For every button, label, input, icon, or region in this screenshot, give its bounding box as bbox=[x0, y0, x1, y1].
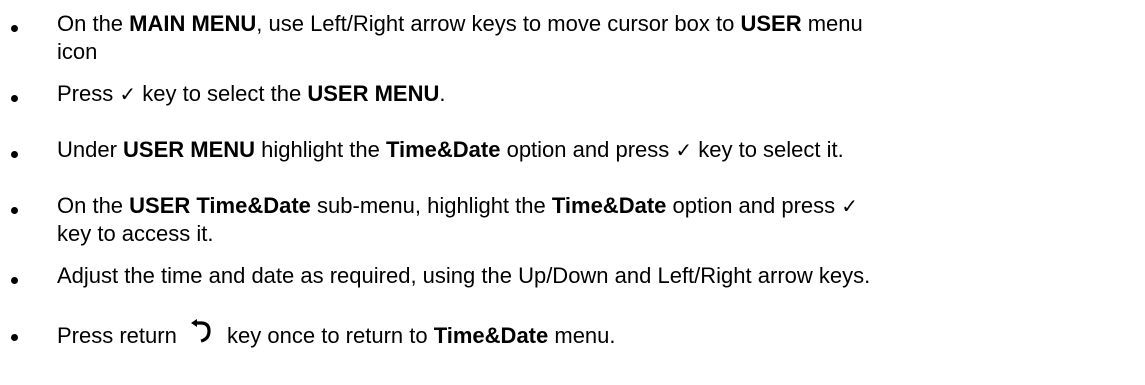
text-segment: highlight the bbox=[255, 137, 386, 162]
instruction-text: On the MAIN MENU, use Left/Right arrow k… bbox=[57, 10, 1142, 66]
bullet-icon bbox=[11, 25, 18, 32]
bullet-icon bbox=[11, 207, 18, 214]
return-arrow-icon bbox=[190, 319, 211, 343]
instruction-text: Adjust the time and date as required, us… bbox=[57, 262, 1142, 290]
bold-term: Time&Date bbox=[433, 323, 549, 348]
instruction-page: On the MAIN MENU, use Left/Right arrow k… bbox=[0, 0, 1145, 385]
text-segment: option and press bbox=[500, 137, 676, 162]
instruction-text: Press return key once to return to Time&… bbox=[57, 319, 1142, 350]
text-segment: menu bbox=[801, 11, 863, 36]
text-segment: Press bbox=[57, 81, 120, 106]
text-segment: option and press bbox=[666, 193, 842, 218]
bold-term: USER MENU bbox=[123, 137, 256, 162]
bullet-icon bbox=[11, 95, 18, 102]
bold-term: USER MENU bbox=[307, 81, 440, 106]
checkmark-icon: ✓ bbox=[119, 82, 137, 106]
text-segment: Under bbox=[57, 137, 124, 162]
text-segment: Press return bbox=[57, 323, 183, 348]
text-segment: key to access it. bbox=[57, 221, 214, 246]
text-segment: key once to return to bbox=[220, 323, 434, 348]
text-segment: sub-menu, highlight the bbox=[310, 193, 552, 218]
bold-term: MAIN MENU bbox=[129, 11, 257, 36]
text-segment: . bbox=[439, 81, 446, 106]
checkmark-icon: ✓ bbox=[841, 194, 859, 218]
text-segment: menu. bbox=[548, 323, 616, 348]
text-segment: key to select the bbox=[136, 81, 308, 106]
instruction-text: Under USER MENU highlight the Time&Date … bbox=[57, 136, 1142, 164]
text-segment: key to select it. bbox=[692, 137, 844, 162]
instruction-text: Press ✓ key to select the USER MENU. bbox=[57, 80, 1142, 108]
bullet-icon bbox=[11, 151, 18, 158]
instruction-text: On the USER Time&Date sub-menu, highligh… bbox=[57, 192, 1142, 248]
bullet-icon bbox=[11, 334, 18, 341]
bold-term: Time&Date bbox=[385, 137, 501, 162]
bold-term: Time&Date bbox=[551, 193, 667, 218]
text-segment: , use Left/Right arrow keys to move curs… bbox=[256, 11, 741, 36]
bullet-icon bbox=[11, 277, 18, 284]
text-segment: icon bbox=[57, 39, 98, 64]
text-segment: On the bbox=[57, 193, 130, 218]
bold-term: USER bbox=[740, 11, 802, 36]
text-segment: Adjust the time and date as required, us… bbox=[57, 263, 871, 288]
checkmark-icon: ✓ bbox=[675, 138, 693, 162]
text-segment: On the bbox=[57, 11, 130, 36]
bold-term: USER Time&Date bbox=[129, 193, 311, 218]
